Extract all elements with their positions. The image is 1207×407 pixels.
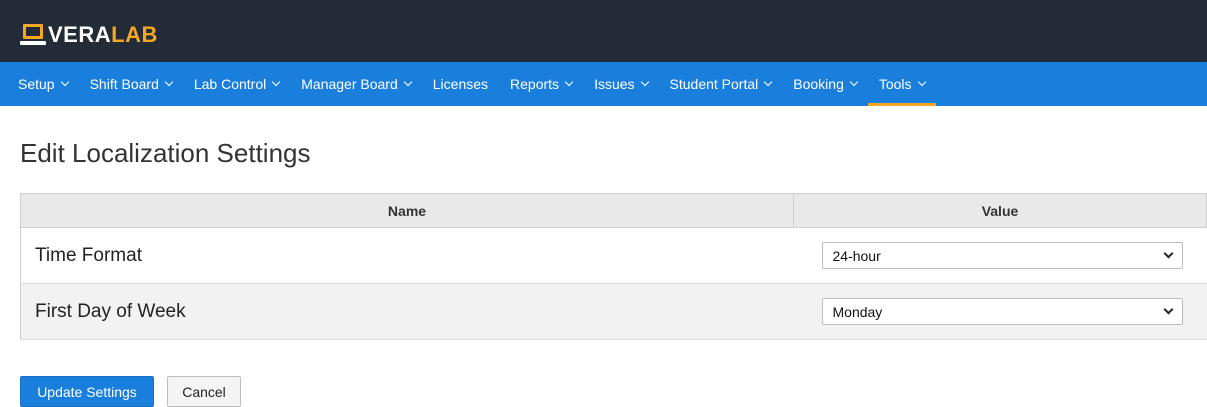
nav-label: Student Portal	[669, 76, 759, 92]
table-row: First Day of Week Monday	[20, 283, 1207, 340]
page-title: Edit Localization Settings	[20, 138, 311, 168]
nav-item-lab-control[interactable]: Lab Control	[183, 62, 290, 106]
nav-item-reports[interactable]: Reports	[499, 62, 583, 106]
first-day-of-week-select[interactable]: Monday	[821, 298, 1183, 325]
nav-item-licenses[interactable]: Licenses	[422, 62, 499, 106]
nav-label: Manager Board	[301, 76, 398, 92]
column-header-name: Name	[20, 193, 794, 228]
nav-label: Shift Board	[89, 76, 159, 92]
main-nav: Setup Shift Board Lab Control Manager Bo…	[0, 62, 1207, 106]
column-header-value: Value	[793, 193, 1207, 228]
chevron-down-icon	[764, 77, 773, 87]
nav-label: Issues	[594, 76, 635, 92]
cancel-button[interactable]: Cancel	[167, 376, 241, 407]
chevron-down-icon	[1163, 248, 1173, 259]
select-value: Monday	[832, 303, 883, 320]
table-header-row: Name Value	[20, 193, 1207, 228]
logo-text-part2: LAB	[111, 22, 158, 47]
nav-item-booking[interactable]: Booking	[782, 62, 868, 106]
chevron-down-icon	[403, 77, 413, 87]
chevron-down-icon	[60, 77, 69, 87]
logo-text-part1: VERA	[48, 22, 112, 47]
nav-label: Tools	[878, 76, 912, 92]
setting-name: First Day of Week	[20, 283, 794, 340]
setting-value-cell: Monday	[793, 283, 1207, 340]
nav-item-tools[interactable]: Tools	[867, 62, 936, 106]
chevron-down-icon	[564, 77, 574, 87]
nav-label: Reports	[510, 76, 560, 92]
nav-item-student-portal[interactable]: Student Portal	[659, 62, 783, 106]
time-format-select[interactable]: 24-hour	[821, 242, 1183, 269]
chevron-down-icon	[164, 77, 174, 87]
nav-label: Booking	[793, 76, 844, 92]
chevron-down-icon	[917, 77, 926, 87]
top-header: VERALAB	[0, 0, 1207, 62]
settings-table: Name Value Time Format 24-hour First Day…	[20, 193, 1207, 340]
logo-text: VERALAB	[48, 22, 158, 48]
nav-item-shift-board[interactable]: Shift Board	[79, 62, 183, 106]
nav-label: Licenses	[432, 76, 489, 92]
chevron-down-icon	[272, 77, 281, 87]
nav-item-issues[interactable]: Issues	[583, 62, 658, 106]
nav-label: Lab Control	[193, 76, 267, 92]
chevron-down-icon	[849, 77, 859, 87]
monitor-logo-icon	[20, 23, 46, 47]
nav-label: Setup	[18, 76, 55, 92]
veralab-logo[interactable]: VERALAB	[20, 22, 158, 48]
nav-item-setup[interactable]: Setup	[7, 62, 79, 106]
update-settings-button[interactable]: Update Settings	[20, 376, 154, 407]
setting-name: Time Format	[20, 227, 794, 284]
setting-value-cell: 24-hour	[793, 227, 1207, 284]
chevron-down-icon	[1163, 304, 1173, 315]
nav-item-manager-board[interactable]: Manager Board	[290, 62, 422, 106]
table-row: Time Format 24-hour	[20, 227, 1207, 284]
chevron-down-icon	[640, 77, 649, 87]
select-value: 24-hour	[832, 247, 881, 264]
